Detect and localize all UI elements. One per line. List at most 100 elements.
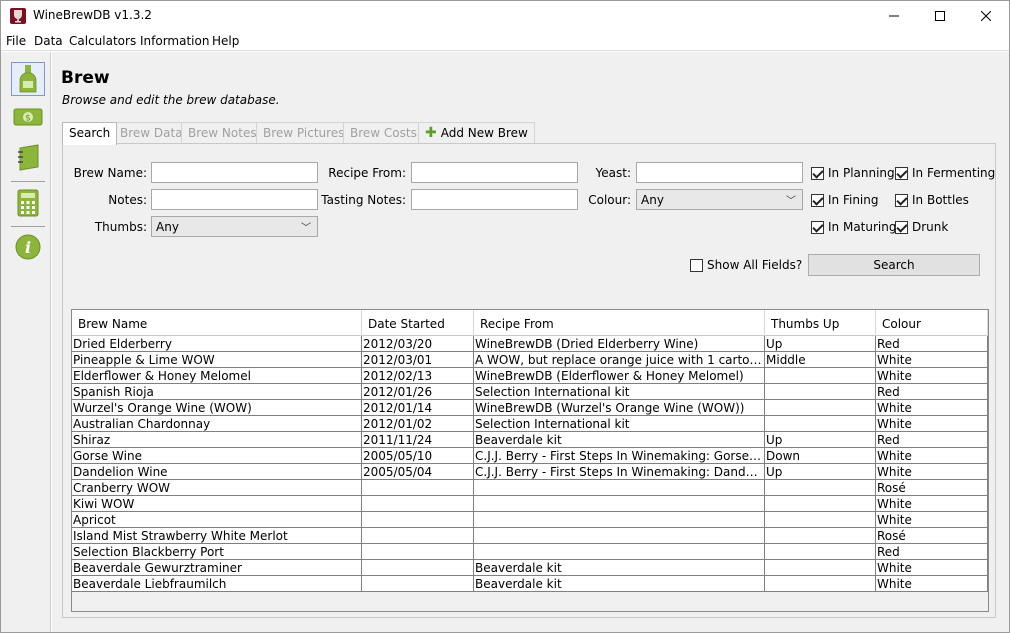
menu-help[interactable]: Help: [212, 34, 239, 48]
column-header-recipe-from[interactable]: Recipe From: [474, 310, 765, 336]
in-fining-label: In Fining: [828, 193, 879, 207]
table-row[interactable]: Elderflower & Honey Melomel 2012/02/13 Win…: [72, 368, 988, 384]
table-row[interactable]: Selection Blackberry Port Red: [72, 544, 988, 560]
menu-data[interactable]: Data: [34, 34, 63, 48]
column-header-date-started[interactable]: Date Started: [362, 310, 474, 336]
table-row[interactable]: Apricot White: [72, 512, 988, 528]
title-bar: WineBrewDB v1.3.2: [1, 1, 1009, 31]
table-cell: 2012/03/01: [362, 352, 474, 368]
checkbox-checked-icon: [895, 166, 908, 180]
maximize-button[interactable]: [917, 1, 963, 31]
table-cell: 2011/11/24: [362, 432, 474, 448]
tab-brew-notes[interactable]: Brew Notes: [181, 122, 264, 144]
brew-name-input[interactable]: [151, 162, 318, 183]
menu-information[interactable]: Information: [140, 34, 209, 48]
chevron-down-icon: ﹀: [301, 223, 311, 234]
table-cell: White: [876, 560, 988, 576]
table-row[interactable]: Australian Chardonnay 2012/01/02 Selection…: [72, 416, 988, 432]
maximize-icon: [935, 11, 945, 21]
page-title: Brew: [61, 68, 110, 88]
table-cell: Red: [876, 384, 988, 400]
tasting-notes-input[interactable]: [411, 189, 578, 210]
table-cell: Rosé: [876, 528, 988, 544]
thumbs-select-value: Any: [156, 220, 179, 234]
tab-brew-pictures[interactable]: Brew Pictures: [256, 122, 352, 144]
search-button[interactable]: Search: [808, 254, 980, 276]
wine-bottle-icon: [19, 65, 37, 93]
table-row[interactable]: Beaverdale Liebfraumilch Beaverdale kit Wh…: [72, 576, 988, 592]
checkbox-unchecked-icon: [690, 258, 703, 272]
tab-search[interactable]: Search: [62, 122, 118, 145]
table-cell: WineBrewDB (Elderflower & Honey Melomel): [474, 368, 765, 384]
table-row[interactable]: Dried Elderberry 2012/03/20 WineBrewDB (Dr…: [72, 336, 988, 352]
table-cell: Up: [765, 464, 876, 480]
table-cell: White: [876, 400, 988, 416]
yeast-input[interactable]: [636, 162, 803, 183]
table-cell: Beaverdale kit: [474, 432, 765, 448]
table-row[interactable]: Kiwi WOW White: [72, 496, 988, 512]
colour-select-value: Any: [641, 193, 664, 207]
column-header-brew-name[interactable]: Brew Name: [72, 310, 362, 336]
notebook-icon: [18, 144, 39, 171]
table-row[interactable]: Cranberry WOW Rosé: [72, 480, 988, 496]
sidebar-item-calculators[interactable]: [11, 186, 45, 220]
drunk-checkbox[interactable]: Drunk: [895, 220, 948, 234]
table-cell: [765, 544, 876, 560]
show-all-fields-checkbox[interactable]: Show All Fields?: [690, 258, 802, 272]
thumbs-select[interactable]: Any ﹀: [151, 216, 318, 237]
tab-brew-data[interactable]: Brew Data: [113, 122, 190, 144]
close-button[interactable]: [963, 1, 1009, 31]
minimize-button[interactable]: [871, 1, 917, 31]
tab-add-new-brew[interactable]: ✚ Add New Brew: [418, 122, 535, 144]
menu-calculators[interactable]: Calculators: [69, 34, 136, 48]
menu-file[interactable]: File: [6, 34, 26, 48]
table-row[interactable]: Beaverdale Gewurztraminer Beaverdale kit W…: [72, 560, 988, 576]
sidebar-item-notes[interactable]: [11, 140, 45, 174]
column-header-colour[interactable]: Colour: [876, 310, 988, 336]
table-row[interactable]: Island Mist Strawberry White Merlot Rosé: [72, 528, 988, 544]
minimize-icon: [889, 15, 899, 17]
table-cell: White: [876, 464, 988, 480]
table-row[interactable]: Spanish Rioja 2012/01/26 Selection Interna…: [72, 384, 988, 400]
in-fermenting-checkbox[interactable]: In Fermenting: [895, 166, 995, 180]
checkbox-checked-icon: [895, 220, 908, 234]
in-bottles-label: In Bottles: [912, 193, 969, 207]
table-row[interactable]: Gorse Wine 2005/05/10 C.J.J. Berry - First…: [72, 448, 988, 464]
checkbox-checked-icon: [811, 220, 824, 234]
recipe-from-input[interactable]: [411, 162, 578, 183]
colour-select[interactable]: Any ﹀: [636, 189, 803, 210]
table-row[interactable]: Wurzel's Orange Wine (WOW) 2012/01/14 Wine…: [72, 400, 988, 416]
table-cell: Dandelion Wine: [72, 464, 362, 480]
table-cell: [474, 480, 765, 496]
notes-input[interactable]: [151, 189, 318, 210]
in-maturing-checkbox[interactable]: In Maturing: [811, 220, 896, 234]
in-bottles-checkbox[interactable]: In Bottles: [895, 193, 969, 207]
table-cell: Kiwi WOW: [72, 496, 362, 512]
table-cell: 2005/05/10: [362, 448, 474, 464]
table-cell: Pineapple & Lime WOW: [72, 352, 362, 368]
sidebar-item-costs[interactable]: $: [11, 100, 45, 134]
column-header-thumbs-up[interactable]: Thumbs Up: [765, 310, 876, 336]
table-row[interactable]: Shiraz 2011/11/24 Beaverdale kit Up Red: [72, 432, 988, 448]
menu-bar: File Data Calculators Information Help: [1, 31, 1009, 51]
table-cell: C.J.J. Berry - First Steps In Winemaking…: [475, 448, 765, 464]
table-row[interactable]: Pineapple & Lime WOW 2012/03/01 A WOW, but…: [72, 352, 988, 368]
in-fining-checkbox[interactable]: In Fining: [811, 193, 878, 207]
table-row[interactable]: Dandelion Wine 2005/05/04 C.J.J. Berry - F…: [72, 464, 988, 480]
window-title: WineBrewDB v1.3.2: [33, 8, 152, 22]
sidebar-item-information[interactable]: i: [11, 230, 45, 264]
chevron-down-icon: ﹀: [786, 196, 796, 207]
table-cell: Australian Chardonnay: [72, 416, 362, 432]
main-content: Brew Browse and edit the brew database. …: [52, 52, 1009, 632]
table-cell: [362, 496, 474, 512]
in-planning-label: In Planning: [828, 166, 895, 180]
tab-brew-costs[interactable]: Brew Costs: [343, 122, 424, 144]
table-cell: [362, 560, 474, 576]
table-cell: White: [876, 368, 988, 384]
in-planning-checkbox[interactable]: In Planning: [811, 166, 895, 180]
table-cell: [474, 528, 765, 544]
sidebar-item-brew[interactable]: [11, 62, 45, 96]
table-cell: C.J.J. Berry - First Steps In Winemaking…: [475, 464, 765, 480]
table-cell: A WOW, but replace orange juice with 1 c…: [474, 352, 765, 368]
drunk-label: Drunk: [912, 220, 949, 234]
